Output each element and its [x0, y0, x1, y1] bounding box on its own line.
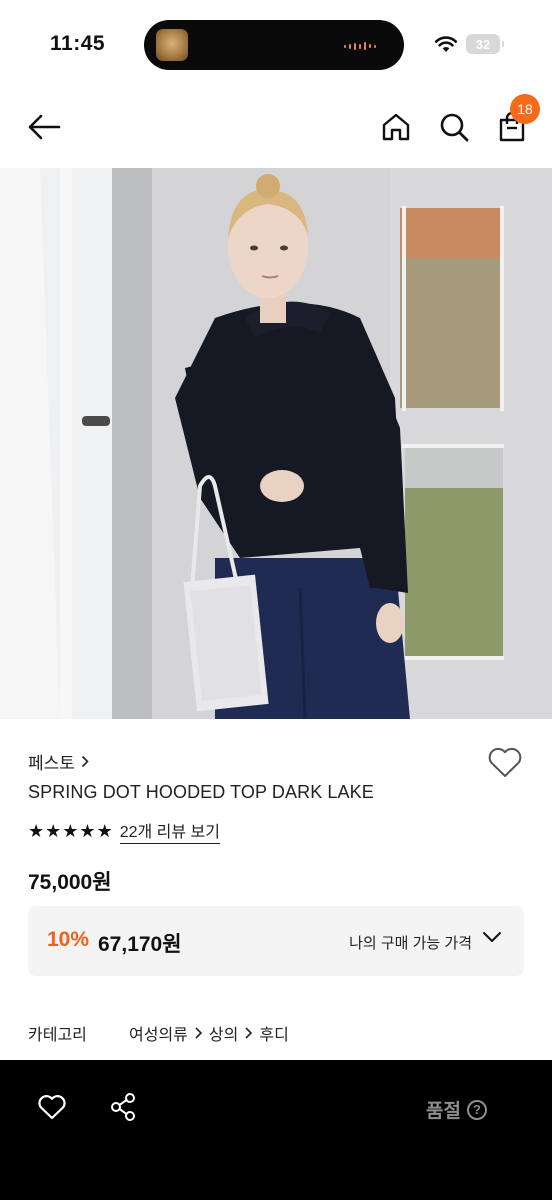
- my-price-dropdown[interactable]: 10% 67,170원 나의 구매 가능 가격: [28, 906, 524, 976]
- star-icon: ★: [45, 821, 62, 841]
- cart-count-badge: 18: [510, 94, 540, 124]
- top-nav: [0, 96, 552, 158]
- category-crumb-women[interactable]: 여성의류: [129, 1021, 188, 1045]
- home-button[interactable]: [377, 108, 415, 146]
- heart-outline-icon: [488, 747, 522, 777]
- product-image[interactable]: [0, 168, 552, 719]
- share-button[interactable]: [103, 1090, 143, 1124]
- category-breadcrumb: 여성의류 상의 후디: [129, 1021, 289, 1045]
- battery-icon: 32: [466, 34, 504, 54]
- bottom-action-bar: 품절 ?: [0, 1060, 552, 1200]
- brand-name: 페스토: [28, 754, 75, 773]
- star-icon: ★: [28, 821, 45, 841]
- home-icon: [382, 113, 410, 141]
- star-icon: ★: [62, 821, 79, 841]
- dynamic-island: [144, 20, 404, 70]
- share-icon: [111, 1093, 135, 1121]
- wifi-icon: [434, 36, 458, 52]
- product-photo: [0, 168, 552, 719]
- original-price: 75,000원: [28, 871, 112, 894]
- category-crumb-hoodie[interactable]: 후디: [259, 1021, 288, 1045]
- sold-out-status[interactable]: 품절 ?: [426, 1096, 487, 1123]
- wishlist-button[interactable]: [486, 745, 524, 781]
- chevron-right-icon: [81, 755, 89, 768]
- brand-link[interactable]: 페스토: [28, 749, 89, 774]
- like-button[interactable]: [32, 1090, 72, 1124]
- rating-row: ★ ★ ★ ★ ★ 22개 리뷰 보기: [28, 818, 220, 844]
- discount-rate: 10%: [47, 928, 90, 951]
- product-name: SPRING DOT HOODED TOP DARK LAKE: [28, 782, 374, 802]
- heart-icon: [38, 1095, 66, 1120]
- back-button[interactable]: [25, 108, 63, 146]
- status-indicators: 32: [434, 34, 504, 54]
- category-crumb-tops[interactable]: 상의: [209, 1021, 238, 1045]
- status-time: 11:45: [50, 32, 106, 55]
- review-link[interactable]: 22개 리뷰 보기: [119, 818, 220, 844]
- chevron-down-icon: [483, 932, 501, 942]
- star-icon: ★: [96, 821, 113, 841]
- sold-out-label: 품절: [426, 1101, 461, 1122]
- chevron-right-icon: [195, 1027, 203, 1039]
- battery-level: 32: [475, 36, 491, 52]
- star-rating: ★ ★ ★ ★ ★: [28, 822, 113, 840]
- chevron-right-icon: [245, 1027, 253, 1039]
- star-icon: ★: [79, 821, 96, 841]
- status-bar: 11:45 32: [0, 0, 552, 90]
- category-label: 카테고리: [28, 1027, 87, 1044]
- now-playing-thumbnail: [156, 29, 188, 61]
- discount-price: 67,170원: [98, 933, 182, 956]
- audio-wave-icon: [344, 42, 376, 50]
- search-icon: [440, 113, 469, 142]
- my-price-label: 나의 구매 가능 가격: [349, 935, 472, 952]
- back-arrow-icon: [28, 114, 61, 140]
- category-row: 카테고리 여성의류 상의 후디: [28, 1021, 289, 1045]
- help-icon: ?: [466, 1099, 487, 1120]
- search-button[interactable]: [435, 108, 473, 146]
